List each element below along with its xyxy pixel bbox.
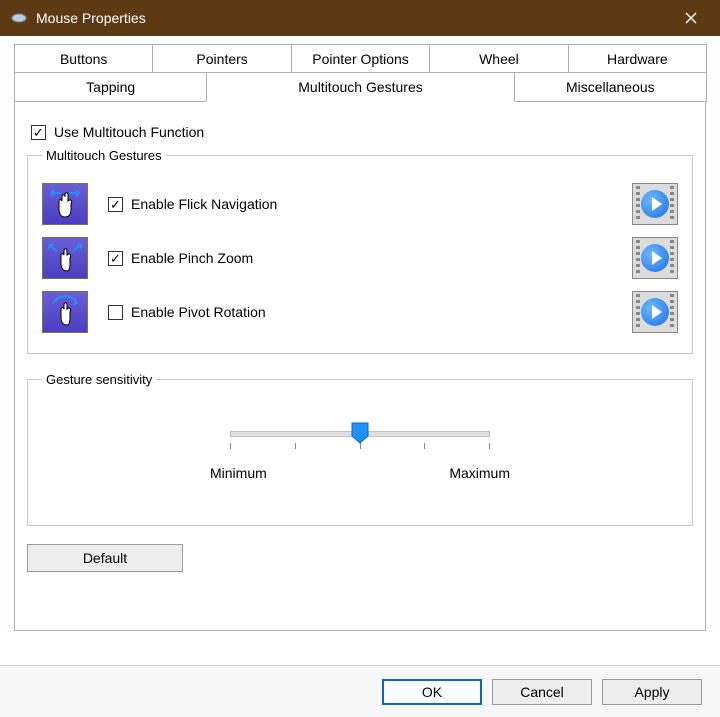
play-icon <box>641 244 669 272</box>
pinch-checkbox[interactable]: ✓ <box>108 251 123 266</box>
play-icon <box>641 190 669 218</box>
apply-button[interactable]: Apply <box>602 679 702 705</box>
gesture-sensitivity-group: Gesture sensitivity Minimum Maximum <box>27 372 693 526</box>
use-multitouch-checkbox[interactable]: ✓ <box>31 125 46 140</box>
tab-strip: Buttons Pointers Pointer Options Wheel H… <box>14 44 706 102</box>
tab-pointer-options[interactable]: Pointer Options <box>291 44 430 73</box>
tab-buttons[interactable]: Buttons <box>14 44 153 73</box>
close-button[interactable] <box>668 0 714 36</box>
mouse-icon <box>10 13 28 23</box>
flick-checkbox[interactable]: ✓ <box>108 197 123 212</box>
pinch-label: Enable Pinch Zoom <box>131 250 253 266</box>
cancel-button[interactable]: Cancel <box>492 679 592 705</box>
rotate-gesture-icon <box>42 291 88 333</box>
window-body: Buttons Pointers Pointer Options Wheel H… <box>0 36 720 631</box>
slider-min-label: Minimum <box>210 465 267 481</box>
rotate-label: Enable Pivot Rotation <box>131 304 266 320</box>
titlebar: Mouse Properties <box>0 0 720 36</box>
slider-max-label: Maximum <box>449 465 510 481</box>
play-icon <box>641 298 669 326</box>
tab-panel: ✓ Use Multitouch Function Multitouch Ges… <box>14 101 706 631</box>
pinch-preview-button[interactable] <box>632 237 678 279</box>
slider-labels: Minimum Maximum <box>210 465 510 481</box>
slider-area: Minimum Maximum <box>42 401 678 499</box>
tab-tapping[interactable]: Tapping <box>14 72 207 102</box>
window-title: Mouse Properties <box>36 10 668 26</box>
rotate-checkbox[interactable] <box>108 305 123 320</box>
use-multitouch-label: Use Multitouch Function <box>54 124 204 140</box>
multitouch-gestures-legend: Multitouch Gestures <box>42 148 166 163</box>
gesture-row-pinch: ✓ Enable Pinch Zoom <box>42 231 678 285</box>
dialog-footer: OK Cancel Apply <box>0 665 720 717</box>
gesture-sensitivity-legend: Gesture sensitivity <box>42 372 156 387</box>
sensitivity-slider[interactable] <box>230 431 490 437</box>
tab-pointers[interactable]: Pointers <box>152 44 291 73</box>
ok-button[interactable]: OK <box>382 679 482 705</box>
tab-wheel[interactable]: Wheel <box>429 44 568 73</box>
default-button[interactable]: Default <box>27 544 183 572</box>
multitouch-gestures-group: Multitouch Gestures ✓ Enable Flick Navig… <box>27 148 693 354</box>
gesture-row-rotate: Enable Pivot Rotation <box>42 285 678 339</box>
use-multitouch-row: ✓ Use Multitouch Function <box>31 124 693 140</box>
pinch-gesture-icon <box>42 237 88 279</box>
tab-miscellaneous[interactable]: Miscellaneous <box>514 72 707 102</box>
close-icon <box>685 12 697 24</box>
tab-multitouch-gestures[interactable]: Multitouch Gestures <box>206 72 514 102</box>
flick-label: Enable Flick Navigation <box>131 196 277 212</box>
flick-gesture-icon <box>42 183 88 225</box>
slider-thumb[interactable] <box>351 422 369 447</box>
gesture-row-flick: ✓ Enable Flick Navigation <box>42 177 678 231</box>
tab-hardware[interactable]: Hardware <box>568 44 707 73</box>
rotate-preview-button[interactable] <box>632 291 678 333</box>
flick-preview-button[interactable] <box>632 183 678 225</box>
